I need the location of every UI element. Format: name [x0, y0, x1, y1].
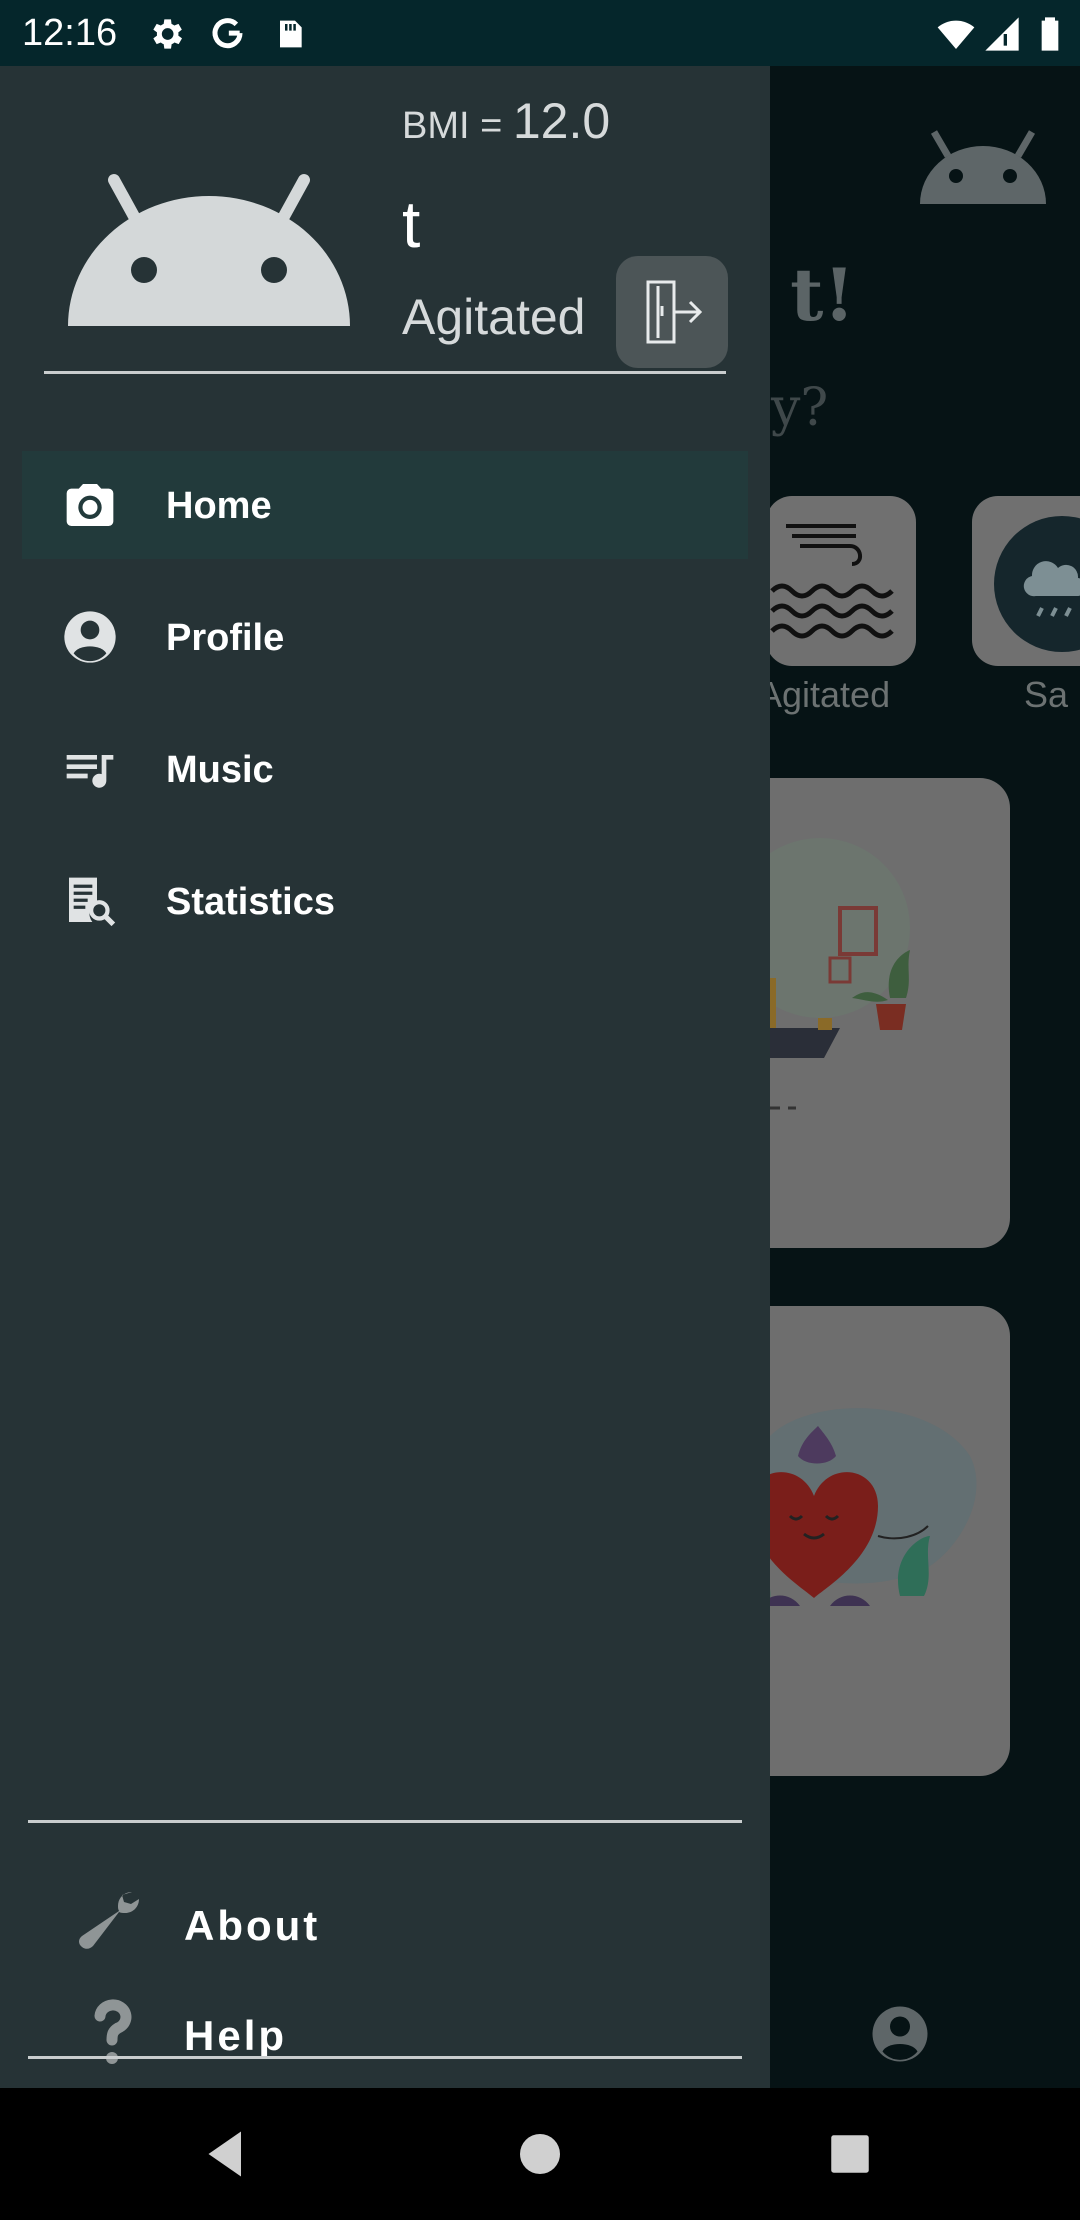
- sad-cloud-icon: [994, 516, 1080, 652]
- bmi-display: BMI = 12.0: [402, 92, 610, 150]
- heart-illustration: [744, 1408, 977, 1606]
- account-circle-icon: [64, 611, 116, 663]
- status-bar: 12:16: [0, 0, 1080, 66]
- logout-icon: [646, 280, 703, 344]
- about-label: About: [184, 1902, 321, 1949]
- nav-item-profile[interactable]: Profile: [22, 583, 748, 691]
- footer-divider-top: [28, 1820, 742, 1823]
- wind-waves-icon: [770, 524, 894, 639]
- account-circle-icon[interactable]: [870, 2004, 930, 2064]
- nav-item-label: Statistics: [166, 881, 335, 923]
- current-mood: Agitated: [402, 289, 586, 345]
- nav-item-statistics[interactable]: Statistics: [22, 847, 748, 955]
- google-icon: [212, 18, 243, 49]
- mood-label-agitated: Agitated: [758, 674, 891, 715]
- nav-item-label: Music: [166, 749, 274, 791]
- playlist-music-icon: [66, 755, 114, 788]
- logout-button[interactable]: [616, 256, 728, 368]
- report-search-icon: [69, 877, 116, 927]
- mood-label-sad: Sa: [1024, 674, 1069, 715]
- meditation-card[interactable]: [740, 778, 1010, 1248]
- status-time: 12:16: [22, 12, 118, 54]
- signal-icon: [985, 17, 1019, 51]
- username: t: [402, 187, 421, 261]
- sd-card-icon: [280, 20, 302, 48]
- mood-card-sad[interactable]: [972, 496, 1080, 666]
- settings-icon: [153, 19, 182, 49]
- meditation-illustration: [740, 838, 910, 1110]
- nav-item-music[interactable]: Music: [22, 715, 748, 823]
- footer-divider-bottom: [28, 2056, 742, 2059]
- help-label: Help: [184, 2012, 288, 2059]
- android-icon: [68, 174, 350, 326]
- android-logo-icon: [920, 130, 1046, 204]
- question-icon: [94, 1999, 132, 2064]
- nav-item-home[interactable]: Home: [22, 451, 748, 559]
- mood-card-agitated[interactable]: [766, 496, 916, 666]
- bmi-label: BMI =: [402, 105, 513, 147]
- header-divider: [44, 371, 726, 374]
- camera-icon: [66, 484, 114, 526]
- self-love-card[interactable]: [740, 1306, 1010, 1776]
- battery-icon: [1041, 17, 1059, 51]
- nav-item-label: Home: [166, 485, 272, 527]
- about-button[interactable]: About: [60, 1878, 560, 1968]
- help-button[interactable]: Help: [60, 1988, 560, 2078]
- wifi-icon: [937, 20, 975, 49]
- home-icon[interactable]: [510, 2124, 570, 2184]
- nav-item-label: Profile: [166, 617, 285, 659]
- recents-icon[interactable]: [820, 2124, 880, 2184]
- wrench-icon: [79, 1892, 139, 1949]
- bmi-value: 12.0: [512, 93, 611, 149]
- navigation-drawer: BMI = 12.0 t Agitated Home Profile Music: [0, 66, 770, 2088]
- back-icon[interactable]: [196, 2124, 256, 2184]
- system-nav-bar: [0, 2088, 1080, 2220]
